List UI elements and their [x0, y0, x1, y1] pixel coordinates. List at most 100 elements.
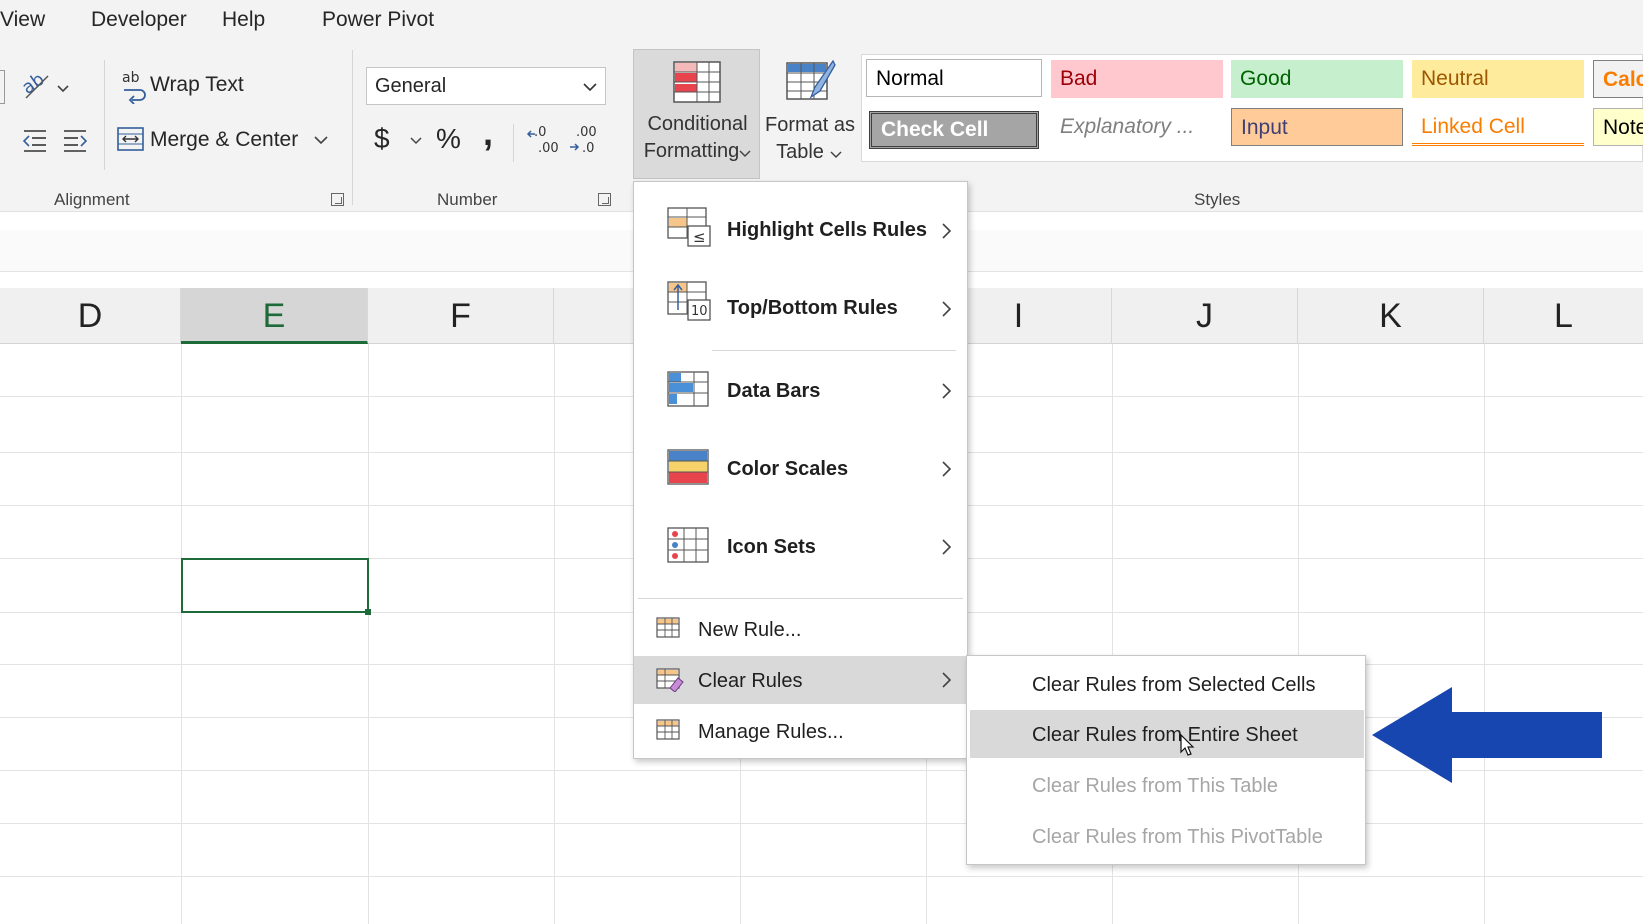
svg-text:≤: ≤ — [693, 228, 706, 246]
menu-top-bottom-rules[interactable]: 10 Top/Bottom Rules — [634, 268, 967, 344]
style-note[interactable]: Note — [1593, 108, 1643, 146]
format-as-table-icon — [786, 59, 836, 100]
blue-arrow-icon — [1372, 687, 1602, 783]
clear-this-pivottable[interactable]: Clear Rules from This PivotTable — [967, 812, 1365, 860]
style-explanatory-label: Explanatory ... — [1060, 115, 1195, 138]
highlight-cells-label: Highlight Cells Rules — [727, 219, 928, 241]
style-input[interactable]: Input — [1231, 108, 1403, 146]
menu-data-bars[interactable]: Data Bars — [634, 356, 967, 432]
currency-button[interactable]: $ — [374, 123, 390, 155]
column-header-f[interactable]: F — [368, 288, 554, 344]
comma-button[interactable]: , — [483, 112, 493, 154]
menu-clear-rules[interactable]: Clear Rules — [634, 656, 967, 704]
manage-rules-label: Manage Rules... — [698, 721, 844, 743]
style-bad-label: Bad — [1060, 67, 1098, 90]
menu-new-rule[interactable]: New Rule... — [634, 605, 967, 653]
cf-label-line1: Conditional — [647, 113, 748, 135]
new-rule-label: New Rule... — [698, 619, 802, 641]
chevron-right-icon — [942, 672, 952, 688]
data-bars-label: Data Bars — [727, 380, 821, 402]
align-left-edge — [0, 70, 5, 104]
menu-view[interactable]: View — [0, 8, 45, 32]
style-normal-label: Normal — [876, 67, 944, 90]
icon-sets-label: Icon Sets — [727, 536, 816, 558]
style-check-cell-label: Check Cell — [881, 118, 989, 141]
active-cell-e6[interactable] — [181, 558, 371, 615]
style-neutral-label: Neutral — [1421, 67, 1489, 90]
column-header-e[interactable]: E — [181, 288, 368, 344]
menu-color-scales[interactable]: Color Scales — [634, 434, 967, 510]
menu-highlight-cells-rules[interactable]: ≤ Highlight Cells Rules — [634, 190, 967, 266]
conditional-formatting-button[interactable]: Conditional Formatting — [633, 49, 760, 179]
indent-icons[interactable] — [22, 127, 102, 153]
fill-handle[interactable] — [365, 609, 371, 615]
svg-text:.00: .00 — [538, 141, 559, 156]
svg-text:10: 10 — [691, 304, 708, 319]
style-input-label: Input — [1241, 116, 1288, 139]
style-note-label: Note — [1603, 116, 1643, 139]
decimal-buttons-icon[interactable]: .0 .00 .00 .0 — [526, 122, 604, 156]
number-format-select[interactable]: General — [366, 67, 606, 105]
chevron-down-icon — [583, 83, 597, 92]
wrap-text-button[interactable]: Wrap Text — [150, 73, 244, 97]
svg-text:.0: .0 — [534, 125, 546, 140]
menu-help[interactable]: Help — [222, 8, 265, 32]
column-header-j[interactable]: J — [1112, 288, 1298, 344]
cell-styles-gallery: Normal Bad Good Neutral Calc Check Cell … — [861, 54, 1643, 162]
style-explanatory[interactable]: Explanatory ... — [1051, 108, 1223, 146]
style-normal[interactable]: Normal — [866, 59, 1042, 97]
svg-text:.0: .0 — [582, 141, 594, 156]
highlight-cells-icon: ≤ — [667, 207, 711, 247]
column-header-k[interactable]: K — [1298, 288, 1484, 344]
conditional-formatting-icon — [673, 61, 721, 103]
color-scales-label: Color Scales — [727, 458, 849, 480]
style-bad[interactable]: Bad — [1051, 60, 1223, 98]
color-scales-icon — [667, 449, 709, 485]
style-good[interactable]: Good — [1231, 60, 1403, 98]
column-header-d[interactable]: D — [0, 288, 181, 344]
clear-rules-submenu: Clear Rules from Selected Cells Clear Ru… — [966, 655, 1366, 865]
clear-rules-label: Clear Rules — [698, 670, 803, 692]
style-calc[interactable]: Calc — [1593, 60, 1643, 98]
merge-center-button[interactable]: Merge & Center — [150, 128, 298, 152]
svg-text:ab: ab — [122, 70, 140, 86]
menu-manage-rules[interactable]: Manage Rules... — [634, 707, 967, 755]
currency-chevron-icon[interactable] — [410, 136, 422, 146]
chevron-right-icon — [942, 301, 952, 317]
merge-chevron-icon[interactable] — [314, 135, 328, 145]
fat-label-line1: Format as — [764, 114, 856, 136]
new-rule-icon — [656, 617, 680, 638]
menu-power-pivot[interactable]: Power Pivot — [322, 8, 434, 32]
alignment-group-label: Alignment — [54, 190, 130, 209]
menu-bar: View Developer Help Power Pivot — [0, 0, 1643, 42]
column-header-l[interactable]: L — [1484, 288, 1643, 344]
number-format-value: General — [375, 75, 447, 97]
chevron-right-icon — [942, 383, 952, 399]
mouse-cursor-icon — [1180, 734, 1195, 756]
number-group-label: Number — [437, 190, 498, 209]
clear-this-table-label: Clear Rules from This Table — [1032, 775, 1279, 797]
wrap-text-icon: ab — [122, 70, 146, 104]
style-linked-cell[interactable]: Linked Cell — [1412, 108, 1584, 146]
menu-icon-sets[interactable]: Icon Sets — [634, 512, 967, 588]
alignment-launcher-icon[interactable] — [331, 193, 344, 206]
merge-center-icon — [117, 127, 144, 151]
data-bars-icon — [667, 371, 709, 407]
clear-this-table[interactable]: Clear Rules from This Table — [967, 761, 1365, 809]
style-check-cell[interactable]: Check Cell — [869, 111, 1039, 149]
format-as-table-button[interactable]: Format as Table — [760, 49, 860, 179]
clear-entire-sheet-label: Clear Rules from Entire Sheet — [1032, 724, 1298, 746]
clear-entire-sheet[interactable]: Clear Rules from Entire Sheet — [970, 710, 1364, 758]
percent-button[interactable]: % — [436, 123, 461, 155]
style-calc-label: Calc — [1603, 68, 1643, 91]
icon-sets-icon — [667, 527, 709, 563]
number-launcher-icon[interactable] — [598, 193, 611, 206]
style-neutral[interactable]: Neutral — [1412, 60, 1584, 98]
style-linked-cell-label: Linked Cell — [1421, 115, 1525, 138]
clear-selected-cells[interactable]: Clear Rules from Selected Cells — [967, 660, 1365, 708]
chevron-right-icon — [942, 223, 952, 239]
menu-developer[interactable]: Developer — [91, 8, 187, 32]
top-bottom-icon: 10 — [667, 281, 711, 321]
style-good-label: Good — [1240, 67, 1292, 90]
orientation-icon[interactable]: ab — [20, 68, 70, 104]
